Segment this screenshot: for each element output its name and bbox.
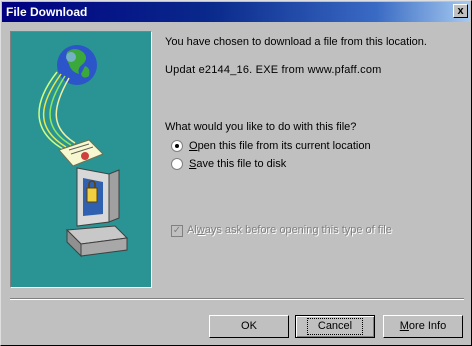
question-text: What would you like to do with this file…	[165, 121, 357, 133]
always-ask-checkbox[interactable]: ✓	[171, 225, 183, 237]
window-title: File Download	[6, 5, 88, 19]
file-download-dialog: File Download x You have chosen to downl…	[0, 0, 472, 346]
separator	[10, 298, 464, 300]
cancel-button[interactable]: Cancel	[295, 315, 375, 338]
open-radio[interactable]	[171, 140, 183, 152]
ok-button[interactable]: OK	[209, 315, 289, 338]
download-illustration	[10, 31, 152, 288]
close-button[interactable]: x	[453, 4, 468, 18]
open-label[interactable]: Open this file from its current location	[189, 140, 371, 152]
save-label[interactable]: Save this file to disk	[189, 158, 286, 170]
computer-icon	[65, 167, 129, 258]
message-line: You have chosen to download a file from …	[165, 36, 427, 48]
selected-dot	[175, 144, 179, 148]
close-icon: x	[457, 5, 464, 17]
more-info-button[interactable]: More Info	[383, 315, 463, 338]
save-radio[interactable]	[171, 158, 183, 170]
title-bar[interactable]: File Download x	[2, 2, 470, 22]
document-icon	[58, 139, 104, 167]
file-source: Updat e2144_16. EXE from www.pfaff.com	[165, 64, 382, 76]
always-ask-label: Always ask before opening this type of f…	[187, 224, 392, 236]
